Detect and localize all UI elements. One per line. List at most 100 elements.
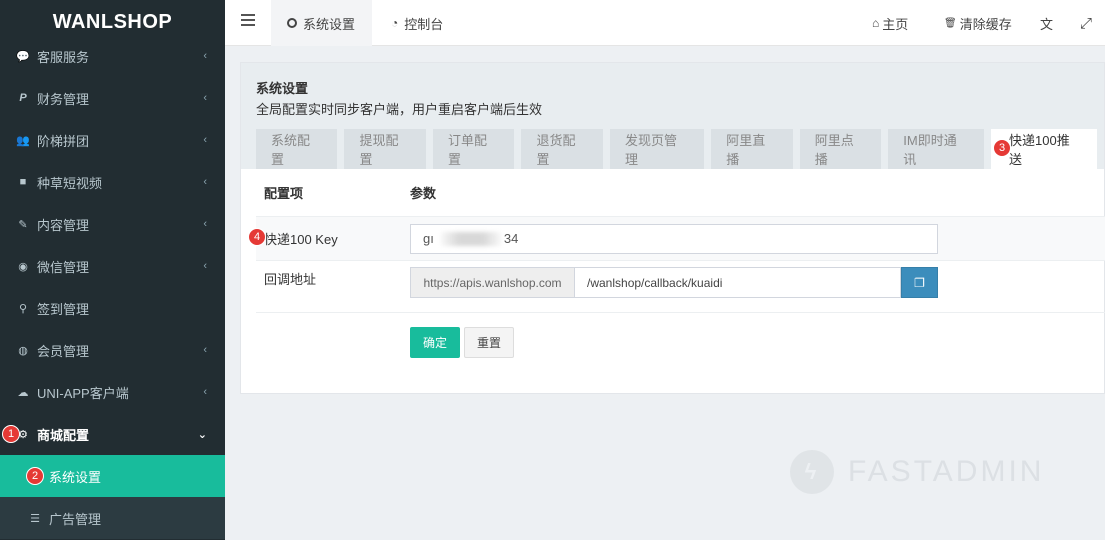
sidebar-item-label: 微信管理 (37, 259, 90, 275)
chevron-left-icon: ‹ (203, 176, 207, 188)
tab-label: 系统设置 (303, 16, 356, 32)
table-header: 配置项 参数 (256, 169, 1105, 217)
users-icon: 👥 (16, 134, 30, 147)
tab-ali-live[interactable]: 阿里直播 (711, 129, 793, 169)
confirm-button[interactable]: 确定 (410, 327, 460, 358)
key-label: 快递100 Key (264, 232, 338, 247)
callback-path-input[interactable]: /wanlshop/callback/kuaidi (575, 267, 901, 298)
sidebar-item-content[interactable]: ✎ 内容管理 ‹ (0, 203, 225, 245)
wechat-icon: ◉ (18, 260, 28, 273)
sidebar-item-label: 财务管理 (37, 91, 90, 107)
cloud-icon: ☁ (17, 386, 29, 399)
sidebar-item-group-buy[interactable]: 👥 阶梯拼团 ‹ (0, 119, 225, 161)
chat-icon: 💬 (16, 50, 30, 63)
edit-icon: ✎ (18, 218, 28, 231)
step-badge: 3 (993, 139, 1012, 157)
sidebar-item-short-video[interactable]: ■ 种草短视频 ‹ (0, 161, 225, 203)
step-badge: 2 (26, 467, 44, 485)
language-icon[interactable]: 文 (1040, 0, 1053, 46)
home-icon: ⌂ (872, 16, 880, 30)
key-value-start: gı (423, 231, 434, 246)
sidebar-item-customer-service[interactable]: 💬 客服服务 ‹ (0, 35, 225, 77)
column-header-item: 配置项 (264, 186, 304, 201)
chevron-left-icon: ‹ (203, 260, 207, 272)
tab-dashboard[interactable]: ◔ 控制台 (375, 0, 459, 46)
panel-subtitle: 全局配置实时同步客户端，用户重启客户端后生效 (256, 102, 543, 117)
table-row: 4 快递100 Key gı 34 (248, 217, 1105, 261)
trash-icon: 🗑 (944, 17, 957, 29)
tab-label: 控制台 (404, 16, 444, 32)
settings-panel: 系统设置 全局配置实时同步客户端，用户重启客户端后生效 系统配置 提现配置 订单… (240, 62, 1105, 394)
sidebar-item-uniapp[interactable]: ☁ UNI-APP客户端 ‹ (0, 371, 225, 413)
chevron-left-icon: ‹ (203, 344, 207, 356)
sidebar-item-shop-config[interactable]: 1 ⚙ 商城配置 ⌄ (0, 413, 225, 455)
sidebar-item-checkin[interactable]: ⚲ 签到管理 (0, 287, 225, 329)
list-icon: ☰ (30, 512, 40, 525)
sidebar-item-label: 商城配置 (37, 427, 90, 443)
panel-heading: 系统设置 全局配置实时同步客户端，用户重启客户端后生效 系统配置 提现配置 订单… (241, 63, 1104, 169)
clear-cache-link[interactable]: 🗑 清除缓存 (944, 0, 1012, 46)
tab-label: 快递100推送 (1009, 133, 1070, 167)
watermark-text: FASTADMIN (848, 455, 1045, 488)
tab-system-settings[interactable]: 系统设置 (271, 0, 372, 46)
chevron-left-icon: ‹ (203, 92, 207, 104)
tab-kuaidi100[interactable]: 3 快递100推送 (991, 129, 1097, 169)
tab-im[interactable]: IM即时通讯 (888, 129, 985, 169)
sidebar-item-label: UNI-APP客户端 (37, 385, 129, 401)
tab-system-config[interactable]: 系统配置 (256, 129, 338, 169)
chevron-left-icon: ‹ (203, 134, 207, 146)
menu-toggle-icon[interactable] (241, 14, 255, 28)
sidebar-item-label: 种草短视频 (37, 175, 103, 191)
tab-return-config[interactable]: 退货配置 (521, 129, 603, 169)
sidebar-item-label: 广告管理 (49, 511, 102, 527)
callback-input-group: https://apis.wanlshop.com /wanlshop/call… (410, 267, 1105, 298)
step-badge: 1 (2, 425, 20, 443)
circle-icon (287, 18, 297, 28)
reset-button[interactable]: 重置 (464, 327, 514, 358)
key-value-cell: gı 34 (410, 223, 1105, 254)
home-link[interactable]: ⌂ 主页 (872, 0, 908, 46)
callback-value-cell: https://apis.wanlshop.com /wanlshop/call… (410, 261, 1105, 298)
config-table: 配置项 参数 4 快递100 Key gı 34 回调地址 https://ap… (248, 169, 1105, 358)
callback-prefix: https://apis.wanlshop.com (410, 267, 575, 298)
fastadmin-watermark: ϟ FASTADMIN (790, 450, 1044, 494)
sidebar-item-wechat[interactable]: ◉ 微信管理 ‹ (0, 245, 225, 287)
tab-discover-page[interactable]: 发现页管理 (609, 129, 705, 169)
home-label: 主页 (882, 16, 909, 32)
dashboard-icon: ◔ (391, 16, 399, 30)
callback-label: 回调地址 (264, 272, 317, 287)
key-label-cell: 4 快递100 Key (248, 228, 410, 248)
sidebar-item-members[interactable]: ◍ 会员管理 ‹ (0, 329, 225, 371)
chevron-left-icon: ‹ (203, 218, 207, 230)
sidebar-item-finance[interactable]: P 财务管理 ‹ (0, 77, 225, 119)
sidebar: WANLSHOP 💬 客服服务 ‹ P 财务管理 ‹ 👥 阶梯拼团 ‹ ■ 种草… (0, 0, 225, 540)
copy-icon: ❐ (914, 275, 925, 290)
panel-title: 系统设置 (256, 81, 309, 96)
sidebar-subitem-system-settings[interactable]: 2 系统设置 (0, 455, 225, 497)
kuaidi100-key-input[interactable]: gı 34 (410, 223, 938, 254)
chevron-left-icon: ‹ (203, 50, 207, 62)
sidebar-item-label: 内容管理 (37, 217, 90, 233)
form-actions: 确定 重置 (256, 327, 1105, 358)
sidebar-item-label: 客服服务 (37, 49, 90, 65)
copy-button[interactable]: ❐ (901, 267, 938, 298)
tab-ali-vod[interactable]: 阿里点播 (799, 129, 882, 169)
chevron-down-icon: ⌄ (197, 428, 207, 441)
chevron-left-icon: ‹ (203, 386, 207, 398)
tab-order-config[interactable]: 订单配置 (432, 129, 515, 169)
key-value-end: 34 (503, 231, 519, 246)
clear-cache-label: 清除缓存 (959, 16, 1012, 32)
sidebar-subitem-ads[interactable]: ☰ 广告管理 (0, 497, 225, 539)
tab-withdraw-config[interactable]: 提现配置 (344, 129, 426, 169)
sidebar-item-label: 系统设置 (49, 469, 102, 485)
redaction-blur (441, 231, 501, 246)
sidebar-item-label: 签到管理 (37, 301, 90, 317)
sidebar-item-label: 阶梯拼团 (37, 133, 90, 149)
config-tabs: 系统配置 提现配置 订单配置 退货配置 发现页管理 阿里直播 阿里点播 IM即时… (256, 129, 1104, 169)
column-header-param: 参数 (410, 186, 437, 201)
video-icon: ■ (19, 176, 27, 188)
submenu: 2 系统设置 ☰ 广告管理 (0, 455, 225, 539)
fullscreen-icon[interactable]: ⤢ (1080, 0, 1092, 46)
step-badge: 4 (248, 228, 266, 246)
table-row: 回调地址 https://apis.wanlshop.com /wanlshop… (256, 261, 1105, 313)
